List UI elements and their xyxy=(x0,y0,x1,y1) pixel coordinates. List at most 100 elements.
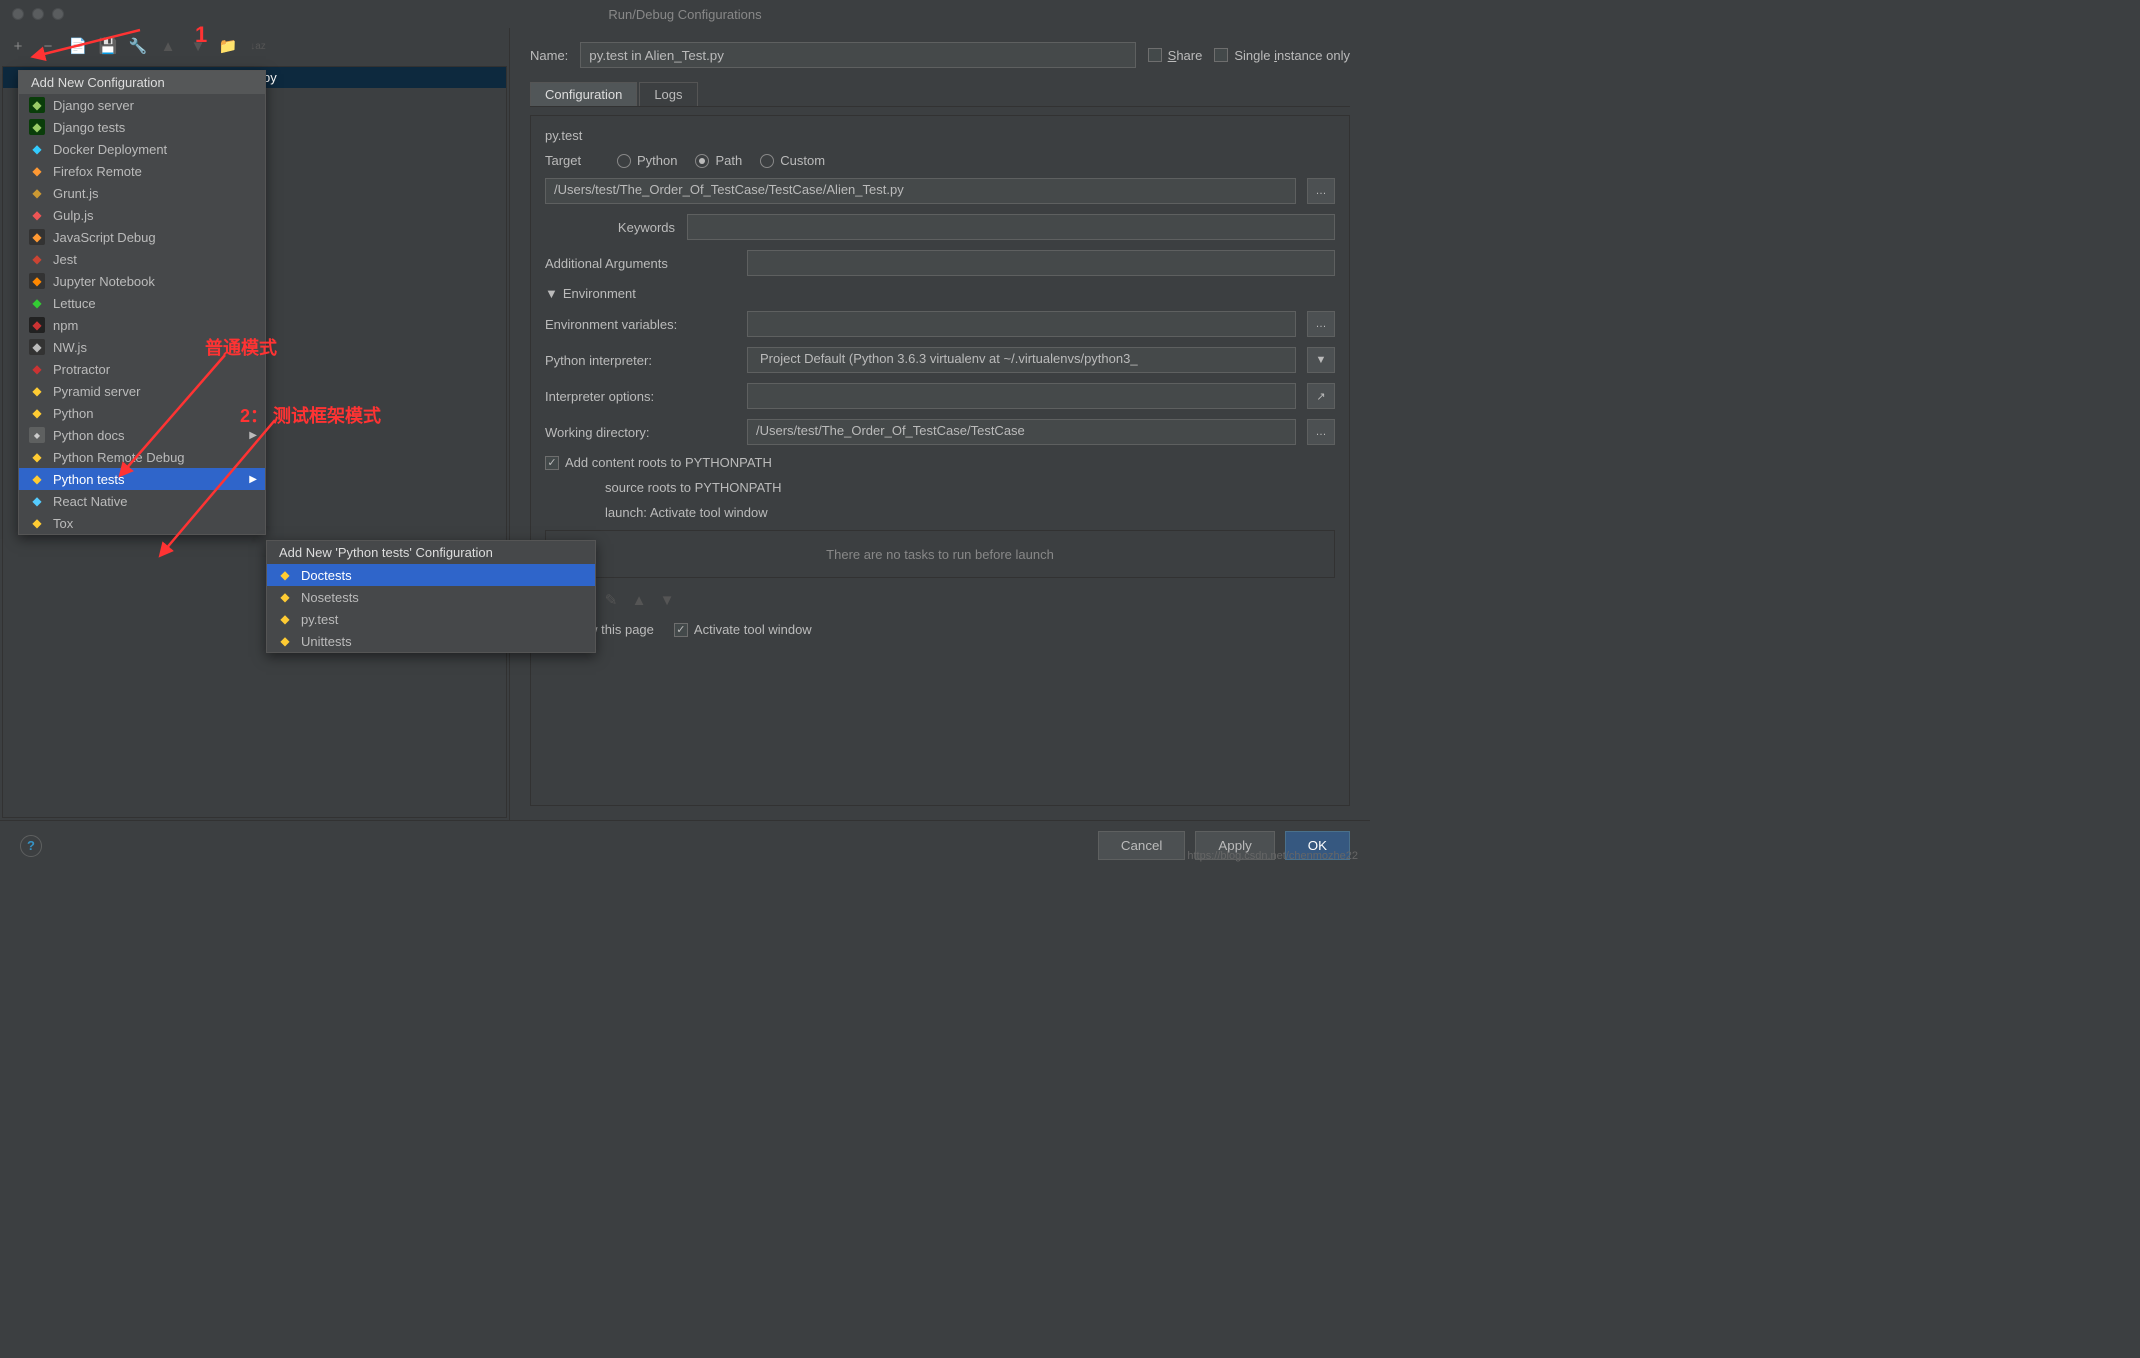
config-type-icon: ◆ xyxy=(277,633,293,649)
config-type-icon: ◆ xyxy=(29,471,45,487)
tab-configuration[interactable]: Configuration xyxy=(530,82,637,106)
config-type-icon: ◆ xyxy=(29,515,45,531)
config-type-icon: ◆ xyxy=(29,427,45,443)
menu-item[interactable]: ◆Grunt.js xyxy=(19,182,265,204)
before-up-icon[interactable]: ▲ xyxy=(631,592,647,608)
radio-custom[interactable] xyxy=(760,154,774,168)
environment-section-header[interactable]: ▼Environment xyxy=(545,286,1335,301)
keywords-input[interactable] xyxy=(687,214,1335,240)
content-roots-checkbox[interactable] xyxy=(545,456,559,470)
menu-item[interactable]: ◆Jupyter Notebook xyxy=(19,270,265,292)
before-launch-list: There are no tasks to run before launch xyxy=(545,530,1335,578)
submenu-item[interactable]: ◆Nosetests xyxy=(267,586,595,608)
menu-item[interactable]: ◆Python tests▶ xyxy=(19,468,265,490)
config-type-icon: ◆ xyxy=(29,207,45,223)
share-checkbox[interactable] xyxy=(1148,48,1162,62)
menu-item[interactable]: ◆Django server xyxy=(19,94,265,116)
working-dir-browse-button[interactable]: … xyxy=(1307,419,1335,445)
help-button[interactable]: ? xyxy=(20,835,42,857)
additional-args-input[interactable] xyxy=(747,250,1335,276)
remove-config-icon[interactable]: − xyxy=(40,38,56,54)
before-down-icon[interactable]: ▼ xyxy=(659,592,675,608)
browse-path-button[interactable]: … xyxy=(1307,178,1335,204)
env-vars-input[interactable] xyxy=(747,311,1296,337)
submenu-item[interactable]: ◆py.test xyxy=(267,608,595,630)
share-label: SSharehare xyxy=(1168,48,1203,63)
config-type-icon: ◆ xyxy=(29,97,45,113)
interpreter-options-label: Interpreter options: xyxy=(545,389,735,404)
interpreter-dropdown-button[interactable]: ▼ xyxy=(1307,347,1335,373)
config-type-icon: ◆ xyxy=(29,317,45,333)
sidebar-toolbar: + − 📄 💾 🔧 ▲ ▼ 📁 ↓az xyxy=(0,28,509,64)
menu-item[interactable]: ◆Jest xyxy=(19,248,265,270)
menu-item[interactable]: ◆JavaScript Debug xyxy=(19,226,265,248)
folder-icon[interactable]: 📁 xyxy=(220,38,236,54)
content-roots-label: Add content roots to PYTHONPATH xyxy=(565,455,772,470)
keywords-label: Keywords xyxy=(545,220,675,235)
config-type-icon: ◆ xyxy=(29,493,45,509)
config-type-icon: ◆ xyxy=(29,449,45,465)
menu-item[interactable]: ◆Python xyxy=(19,402,265,424)
config-type-icon: ◆ xyxy=(277,567,293,583)
single-instance-checkbox[interactable] xyxy=(1214,48,1228,62)
save-config-icon[interactable]: 💾 xyxy=(100,38,116,54)
copy-config-icon[interactable]: 📄 xyxy=(70,38,86,54)
menu-item[interactable]: ◆Tox xyxy=(19,512,265,534)
config-type-icon: ◆ xyxy=(277,589,293,605)
radio-python[interactable] xyxy=(617,154,631,168)
menu-item[interactable]: ◆Lettuce xyxy=(19,292,265,314)
config-type-icon: ◆ xyxy=(29,273,45,289)
sort-icon[interactable]: ↓az xyxy=(250,38,266,54)
before-edit-icon[interactable]: ✎ xyxy=(603,592,619,608)
config-type-icon: ◆ xyxy=(29,119,45,135)
menu-item[interactable]: ◆React Native xyxy=(19,490,265,512)
config-type-icon: ◆ xyxy=(29,229,45,245)
add-configuration-menu[interactable]: Add New Configuration ◆Django server◆Dja… xyxy=(18,70,266,535)
working-dir-label: Working directory: xyxy=(545,425,735,440)
config-type-icon: ◆ xyxy=(29,251,45,267)
menu-item[interactable]: ◆Protractor xyxy=(19,358,265,380)
menu-item[interactable]: ◆Pyramid server xyxy=(19,380,265,402)
submenu-item[interactable]: ◆Doctests xyxy=(267,564,595,586)
config-type-icon: ◆ xyxy=(277,611,293,627)
submenu-item[interactable]: ◆Unittests xyxy=(267,630,595,652)
target-label: Target xyxy=(545,153,605,168)
config-type-icon: ◆ xyxy=(29,141,45,157)
python-interpreter-select[interactable]: Project Default (Python 3.6.3 virtualenv… xyxy=(747,347,1296,373)
working-dir-input[interactable]: /Users/test/The_Order_Of_TestCase/TestCa… xyxy=(747,419,1296,445)
interpreter-options-input[interactable] xyxy=(747,383,1296,409)
menu-item[interactable]: ◆NW.js xyxy=(19,336,265,358)
config-type-icon: ◆ xyxy=(29,295,45,311)
radio-path[interactable] xyxy=(695,154,709,168)
tab-logs[interactable]: Logs xyxy=(639,82,697,106)
add-config-icon[interactable]: + xyxy=(10,38,26,54)
menu-item[interactable]: ◆Python docs▶ xyxy=(19,424,265,446)
menu-item[interactable]: ◆Django tests xyxy=(19,116,265,138)
env-vars-label: Environment variables: xyxy=(545,317,735,332)
menu-item[interactable]: ◆Gulp.js xyxy=(19,204,265,226)
interpreter-options-expand-button[interactable]: ↗ xyxy=(1307,383,1335,409)
config-type-icon: ◆ xyxy=(29,163,45,179)
menu-item[interactable]: ◆Docker Deployment xyxy=(19,138,265,160)
menu-item[interactable]: ◆Python Remote Debug xyxy=(19,446,265,468)
config-type-icon: ◆ xyxy=(29,361,45,377)
source-roots-label: source roots to PYTHONPATH xyxy=(605,480,782,495)
cancel-button[interactable]: Cancel xyxy=(1098,831,1186,860)
menu-item[interactable]: ◆Firefox Remote xyxy=(19,160,265,182)
config-type-icon: ◆ xyxy=(29,339,45,355)
settings-icon[interactable]: 🔧 xyxy=(130,38,146,54)
up-icon[interactable]: ▲ xyxy=(160,38,176,54)
additional-args-label: Additional Arguments xyxy=(545,256,735,271)
watermark: https://blog.csdn.net/chenmozhe22 xyxy=(1187,850,1358,862)
window-title: Run/Debug Configurations xyxy=(0,7,1370,22)
down-icon[interactable]: ▼ xyxy=(190,38,206,54)
menu-header: Add New Configuration xyxy=(19,71,265,94)
target-path-input[interactable]: /Users/test/The_Order_Of_TestCase/TestCa… xyxy=(545,178,1296,204)
env-vars-edit-button[interactable]: … xyxy=(1307,311,1335,337)
name-input[interactable] xyxy=(580,42,1135,68)
before-launch-header[interactable]: launch: Activate tool window xyxy=(545,505,1335,520)
python-tests-submenu[interactable]: Add New 'Python tests' Configuration ◆Do… xyxy=(266,540,596,653)
menu-item[interactable]: ◆npm xyxy=(19,314,265,336)
config-type-icon: ◆ xyxy=(29,383,45,399)
activate-tool-checkbox[interactable] xyxy=(674,623,688,637)
